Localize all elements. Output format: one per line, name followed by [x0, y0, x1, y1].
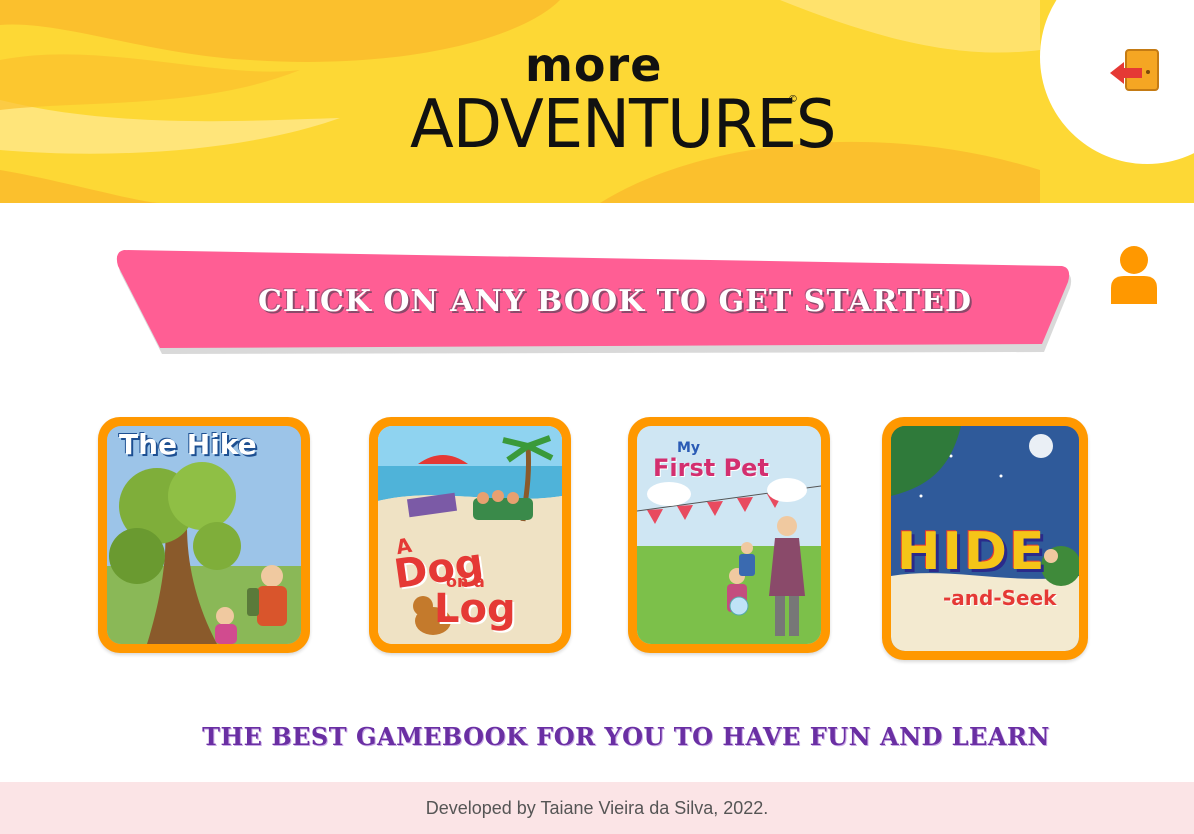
book-title-hide: HIDE [897, 522, 1047, 582]
logo-adventures-text: ADVENTURES [410, 86, 836, 164]
exit-button[interactable] [1108, 48, 1162, 96]
book-title-log: Log [434, 586, 516, 632]
book-title-first-pet: First Pet [653, 454, 769, 482]
exit-door-icon [1110, 49, 1159, 91]
logo-copyright: © [788, 94, 798, 105]
book-a-dog-on-a-log[interactable]: A Dog on a Log [369, 417, 571, 653]
logo-more-text: more [525, 38, 663, 92]
book-hide-and-seek[interactable]: HIDE -and-Seek [882, 417, 1088, 660]
user-icon [1111, 246, 1157, 304]
book-cover: The Hike [107, 426, 301, 644]
book-cover: HIDE -and-Seek [891, 426, 1079, 651]
tagline: The best gamebook for you to have fun an… [202, 722, 1050, 751]
book-the-hike[interactable]: The Hike [98, 417, 310, 653]
app-logo: more ADVENTURES © [400, 38, 836, 168]
user-profile-button[interactable] [1108, 244, 1160, 306]
book-cover: A Dog on a Log [378, 426, 562, 644]
header: more ADVENTURES © [0, 0, 1194, 203]
footer-credit: Developed by Taiane Vieira da Silva, 202… [425, 797, 769, 818]
book-title-and-seek: -and-Seek [943, 586, 1057, 610]
book-title: The Hike [119, 428, 257, 461]
instruction-banner-text: Click on any book to get started [257, 284, 973, 319]
book-cover: My First Pet [637, 426, 821, 644]
book-my-first-pet[interactable]: My First Pet [628, 417, 830, 653]
footer: Developed by Taiane Vieira da Silva, 202… [0, 782, 1194, 834]
